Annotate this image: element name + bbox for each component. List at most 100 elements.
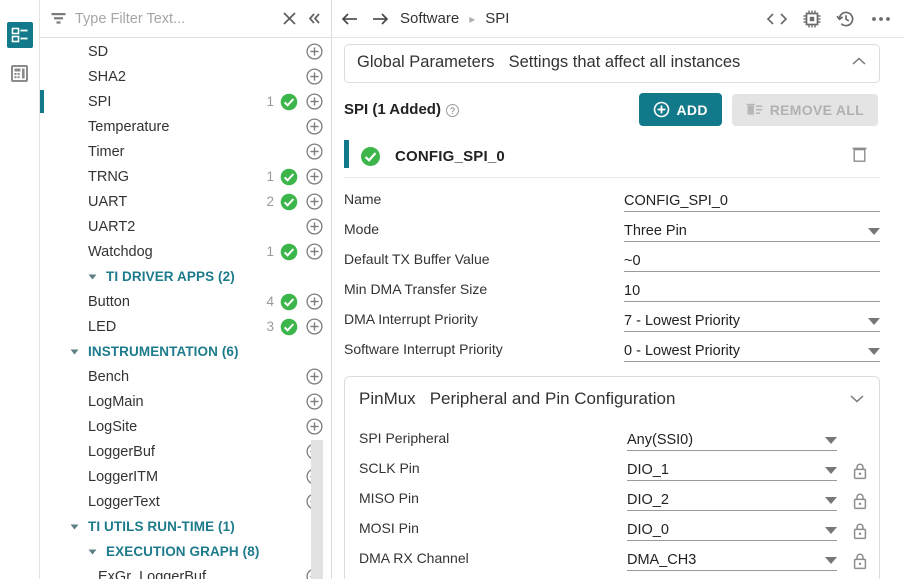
pinmux-header[interactable]: PinMux Peripheral and Pin Configuration [345, 377, 879, 415]
tree-item-ti-utils-run-time-1[interactable]: TI UTILS RUN-TIME (1) [40, 514, 331, 539]
tree-item-watchdog[interactable]: Watchdog 1 [40, 239, 331, 264]
lock-icon[interactable] [847, 462, 873, 481]
remove-all-button[interactable]: REMOVE ALL [731, 93, 878, 126]
add-instance-icon[interactable] [306, 393, 323, 410]
tree-item-label: LED [88, 318, 117, 335]
tree-item-bench[interactable]: Bench [40, 364, 331, 389]
pinmux-subtitle: Peripheral and Pin Configuration [429, 389, 676, 408]
pinmux-card[interactable]: PinMux Peripheral and Pin Configuration … [344, 376, 880, 579]
add-instance-icon[interactable] [306, 93, 323, 110]
dropdown-select[interactable]: Any(SSI0) [627, 432, 837, 451]
tree-item-logsite[interactable]: LogSite [40, 414, 331, 439]
field-value: Three Pin [624, 223, 687, 239]
dropdown-select[interactable]: 0 - Lowest Priority [624, 343, 880, 362]
pinmux-fields: SPI Peripheral Any(SSI0) SCLK Pin DIO_1 MISO… [345, 415, 879, 579]
field-label: MOSI Pin [359, 520, 419, 536]
tree-item-uart[interactable]: UART 2 [40, 189, 331, 214]
tree-item-timer[interactable]: Timer [40, 139, 331, 164]
global-parameters-card[interactable]: Global Parameters Settings that affect a… [344, 44, 880, 83]
chevron-down-icon[interactable] [825, 467, 837, 474]
add-instance-icon[interactable] [306, 68, 323, 85]
lock-icon[interactable] [847, 492, 873, 511]
chip-icon[interactable] [802, 9, 822, 29]
tree-item-uart2[interactable]: UART2 [40, 214, 331, 239]
add-instance-icon[interactable] [306, 243, 323, 260]
text-input[interactable]: 10 [624, 283, 880, 302]
global-parameters-header[interactable]: Global Parameters Settings that affect a… [345, 45, 879, 82]
lock-icon[interactable] [847, 522, 873, 541]
chevron-down-icon[interactable] [868, 348, 880, 355]
add-instance-icon[interactable] [306, 368, 323, 385]
outline-view-icon[interactable] [6, 22, 33, 48]
tree-item-logmain[interactable]: LogMain [40, 389, 331, 414]
tree-item-exgr-loggerbuf[interactable]: ExGr_LoggerBuf [40, 564, 331, 579]
add-instance-icon[interactable] [306, 418, 323, 435]
add-instance-icon[interactable] [306, 143, 323, 160]
add-instance-icon[interactable] [306, 318, 323, 335]
tree-item-spi[interactable]: SPI 1 [40, 89, 331, 114]
calculator-icon[interactable] [7, 60, 33, 86]
add-instance-icon[interactable] [306, 43, 323, 60]
lock-icon[interactable] [847, 450, 873, 451]
tree-item-count: 1 [266, 94, 274, 109]
caret-down-icon[interactable] [86, 271, 99, 282]
add-instance-icon[interactable] [306, 193, 323, 210]
text-input[interactable]: CONFIG_SPI_0 [624, 193, 880, 212]
chevron-down-icon[interactable] [868, 318, 880, 325]
tree-scrollbar-thumb[interactable] [311, 440, 323, 579]
trash-icon[interactable] [851, 145, 868, 168]
dropdown-select[interactable]: DIO_1 [627, 462, 837, 481]
close-icon[interactable] [281, 10, 298, 27]
field-label: Min DMA Transfer Size [344, 281, 488, 297]
history-icon[interactable] [836, 9, 856, 29]
chevron-down-icon[interactable] [825, 437, 837, 444]
lock-icon[interactable] [847, 552, 873, 571]
tree-item-label: LoggerText [88, 493, 160, 510]
tree-item-execution-graph-8[interactable]: EXECUTION GRAPH (8) [40, 539, 331, 564]
chevron-up-icon[interactable] [851, 55, 867, 70]
add-instance-icon[interactable] [306, 293, 323, 310]
field-value: ~0 [624, 253, 641, 269]
module-tree[interactable]: SD SHA2 SPI 1 Temperature Timer TRNG 1 UART 2 UART… [40, 38, 331, 579]
tree-item-instrumentation-6[interactable]: INSTRUMENTATION (6) [40, 339, 331, 364]
add-button[interactable]: ADD [638, 93, 722, 126]
tree-item-loggeritm[interactable]: LoggerITM [40, 464, 331, 489]
chevron-down-icon[interactable] [868, 228, 880, 235]
tree-item-loggerbuf[interactable]: LoggerBuf [40, 439, 331, 464]
instance-header[interactable]: CONFIG_SPI_0 [344, 136, 880, 178]
tree-item-temperature[interactable]: Temperature [40, 114, 331, 139]
tree-item-loggertext[interactable]: LoggerText [40, 489, 331, 514]
forward-arrow-icon[interactable] [370, 10, 390, 28]
add-instance-icon[interactable] [306, 218, 323, 235]
dropdown-select[interactable]: 7 - Lowest Priority [624, 313, 880, 332]
collapse-all-icon[interactable] [306, 10, 323, 27]
text-input[interactable]: ~0 [624, 253, 880, 272]
dropdown-select[interactable]: Three Pin [624, 223, 880, 242]
chevron-down-icon[interactable] [849, 392, 865, 407]
tree-item-led[interactable]: LED 3 [40, 314, 331, 339]
code-view-icon[interactable] [766, 10, 788, 28]
back-arrow-icon[interactable] [340, 10, 360, 28]
tree-item-sha2[interactable]: SHA2 [40, 64, 331, 89]
dropdown-select[interactable]: DIO_0 [627, 522, 837, 541]
breadcrumb-software[interactable]: Software [400, 10, 459, 27]
dropdown-select[interactable]: DMA_CH3 [627, 552, 837, 571]
caret-down-icon[interactable] [68, 346, 81, 357]
caret-down-icon[interactable] [86, 546, 99, 557]
tree-item-trng[interactable]: TRNG 1 [40, 164, 331, 189]
tree-item-button[interactable]: Button 4 [40, 289, 331, 314]
add-instance-icon[interactable] [306, 168, 323, 185]
more-menu-icon[interactable] [870, 15, 892, 23]
filter-icon[interactable] [50, 10, 67, 27]
breadcrumb-spi[interactable]: SPI [485, 10, 509, 27]
dropdown-select[interactable]: DIO_2 [627, 492, 837, 511]
chevron-down-icon[interactable] [825, 527, 837, 534]
add-instance-icon[interactable] [306, 118, 323, 135]
tree-item-ti-driver-apps-2[interactable]: TI DRIVER APPS (2) [40, 264, 331, 289]
caret-down-icon[interactable] [68, 521, 81, 532]
help-icon[interactable]: ? [445, 104, 459, 117]
tree-item-sd[interactable]: SD [40, 39, 331, 64]
search-input[interactable] [75, 10, 273, 27]
chevron-down-icon[interactable] [825, 497, 837, 504]
chevron-down-icon[interactable] [825, 557, 837, 564]
